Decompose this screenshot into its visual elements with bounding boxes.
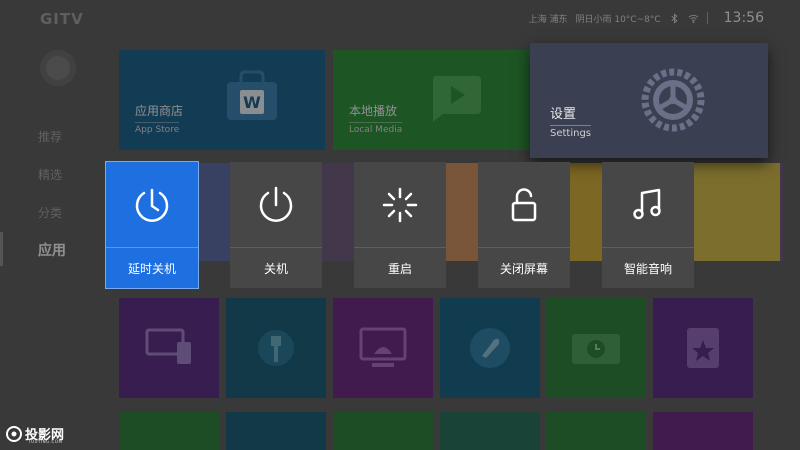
android-tv-icon [359,327,407,367]
settings-subtitle: Settings [550,125,592,139]
app-tile-row3-1[interactable] [119,412,219,450]
bluetooth-icon [671,12,678,24]
sidebar-item-category[interactable]: 分类 [38,204,62,221]
watermark: 投影网 TOUYING.COM [6,424,64,444]
store-bag-icon: W [227,70,277,120]
rocket-icon [470,328,510,368]
menu-screen-off[interactable]: 关闭屏幕 [478,162,570,288]
app-tile-row3-4[interactable] [440,412,540,450]
menu-smart-speaker[interactable]: 智能音响 [602,162,694,288]
sidebar-active-marker [0,232,3,266]
app-store-subtitle: App Store [135,122,180,135]
sidebar-item-apps[interactable]: 应用 [38,240,66,260]
menu-restart[interactable]: 重启 [354,162,446,288]
app-tile-row3-5[interactable] [546,412,646,450]
local-media-tile[interactable]: 本地播放 Local Media [333,50,539,150]
menu-shutdown[interactable]: 关机 [230,162,322,288]
screen-cast-icon [145,328,191,364]
media-thumb-4[interactable] [690,163,780,261]
location-text: 上海 浦东 [528,14,568,25]
app-store-title: 应用商店 [135,104,184,118]
divider [706,12,708,24]
app-tile-screen-cast[interactable] [119,298,219,398]
play-bubble-icon [433,76,481,122]
app-tile-rocket[interactable] [440,298,540,398]
avatar[interactable] [40,50,76,86]
svg-text:W: W [243,93,261,112]
power-icon [259,186,293,222]
settings-title: 设置 [550,107,577,122]
star-card-icon [687,328,719,368]
usb-icon [258,330,294,366]
app-tile-row3-3[interactable] [333,412,433,450]
app-tile-row3-6[interactable] [653,412,753,450]
gear-icon [641,68,705,132]
app-tile-row3-2[interactable] [226,412,326,450]
unlock-icon [511,187,537,221]
menu-label: 关机 [230,247,322,288]
weather-text: 阴日小雨 10°C~8°C [575,14,661,25]
tv-home-screen: GITV 上海 浦东 阴日小雨 10°C~8°C 13:56 推荐 精选 分类 … [0,0,800,450]
menu-label: 智能音响 [602,247,694,288]
local-media-subtitle: Local Media [349,122,403,135]
watermark-logo-icon [6,425,22,442]
local-media-title: 本地播放 [349,104,398,118]
clock: 13:56 [723,10,764,26]
app-tile-android[interactable] [333,298,433,398]
app-tile-favorites[interactable] [653,298,753,398]
settings-tile[interactable]: 设置 Settings [530,43,768,158]
sidebar-item-featured[interactable]: 精选 [38,166,62,183]
app-tile-clock[interactable] [546,298,646,398]
menu-label: 延时关机 [106,247,198,288]
music-note-icon [633,188,661,219]
menu-label: 重启 [354,247,446,288]
sidebar-item-recommend[interactable]: 推荐 [38,128,62,145]
watermark-subtext: TOUYING.COM [28,439,63,444]
menu-label: 关闭屏幕 [478,247,570,288]
app-store-tile[interactable]: W 应用商店 App Store [119,50,325,150]
clock-icon [572,334,620,364]
status-bar: 上海 浦东 阴日小雨 10°C~8°C 13:56 [529,10,764,26]
wifi-icon [688,14,699,23]
timer-power-icon [135,188,169,222]
restart-spinner-icon [382,187,418,222]
menu-delayed-shutdown[interactable]: 延时关机 [105,161,199,289]
app-tile-usb[interactable] [226,298,326,398]
gitv-logo: GITV [40,10,84,28]
